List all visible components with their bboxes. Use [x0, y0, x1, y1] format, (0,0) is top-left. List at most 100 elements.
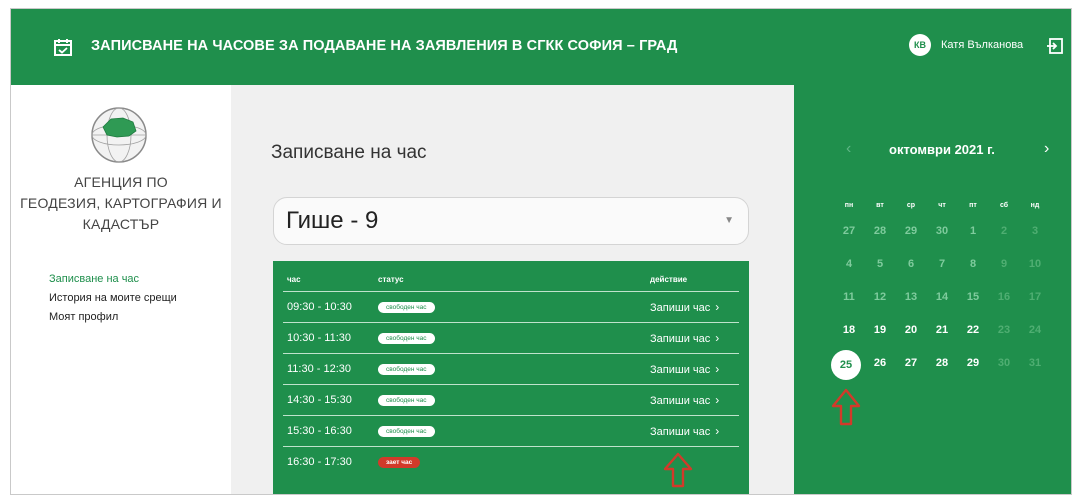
- calendar-header: ‹ октомври 2021 г. ›: [794, 140, 1071, 160]
- agency-logo: [91, 107, 147, 163]
- calendar-day[interactable]: 15: [961, 291, 985, 303]
- calendar-day[interactable]: 28: [930, 357, 954, 369]
- chevron-right-icon: ›: [715, 424, 720, 438]
- calendar-check-icon: [54, 39, 72, 56]
- calendar-day[interactable]: 6: [899, 258, 923, 270]
- calendar-day[interactable]: 16: [992, 291, 1016, 303]
- nav-item-meeting-history[interactable]: История на моите срещи: [49, 292, 177, 311]
- slot-time: 09:30 - 10:30: [287, 301, 352, 313]
- calendar-day[interactable]: 20: [899, 324, 923, 336]
- calendar-panel: ‹ октомври 2021 г. › пн вт ср чт пт сб н…: [794, 85, 1071, 494]
- book-slot-label: Запиши час: [650, 364, 711, 376]
- table-row: 11:30 - 12:30 свободен час Запиши час ›: [283, 353, 739, 385]
- calendar-day[interactable]: 3: [1023, 225, 1047, 237]
- calendar-day[interactable]: 19: [868, 324, 892, 336]
- calendar-day[interactable]: 7: [930, 258, 954, 270]
- sidebar: АГЕНЦИЯ ПО ГЕОДЕЗИЯ, КАРТОГРАФИЯ И КАДАС…: [11, 85, 231, 494]
- next-month-button[interactable]: ›: [1044, 140, 1049, 158]
- status-badge: свободен час: [378, 333, 435, 344]
- calendar-day[interactable]: 9: [992, 258, 1016, 270]
- slot-time: 10:30 - 11:30: [287, 332, 352, 344]
- book-slot-button[interactable]: Запиши час ›: [650, 300, 719, 314]
- calendar-day[interactable]: 17: [1023, 291, 1047, 303]
- book-slot-button[interactable]: Запиши час ›: [650, 424, 719, 438]
- chevron-right-icon: ›: [715, 362, 720, 376]
- slot-time: 15:30 - 16:30: [287, 425, 352, 437]
- slot-time: 14:30 - 15:30: [287, 394, 352, 406]
- agency-line: ГЕОДЕЗИЯ, КАРТОГРАФИЯ И: [20, 195, 222, 211]
- book-slot-button[interactable]: Запиши час ›: [650, 331, 719, 345]
- top-bar: ЗАПИСВАНЕ НА ЧАСОВЕ ЗА ПОДАВАНЕ НА ЗАЯВЛ…: [11, 9, 1071, 85]
- nav-item-my-profile[interactable]: Моят профил: [49, 311, 177, 330]
- table-header: час статус действие: [273, 261, 749, 291]
- book-slot-label: Запиши час: [650, 302, 711, 314]
- agency-name: АГЕНЦИЯ ПО ГЕОДЕЗИЯ, КАРТОГРАФИЯ И КАДАС…: [11, 172, 231, 235]
- calendar-day-selected[interactable]: 25: [831, 350, 861, 380]
- slot-time: 11:30 - 12:30: [287, 363, 352, 375]
- calendar-day[interactable]: 28: [868, 225, 892, 237]
- prev-month-button[interactable]: ‹: [846, 140, 851, 158]
- calendar-day[interactable]: 29: [899, 225, 923, 237]
- book-slot-label: Запиши час: [650, 333, 711, 345]
- logout-icon[interactable]: [1045, 36, 1065, 56]
- calendar-day[interactable]: 13: [899, 291, 923, 303]
- weekday-label: сб: [999, 202, 1009, 209]
- calendar-day[interactable]: 5: [868, 258, 892, 270]
- weekday-label: вт: [876, 202, 884, 209]
- calendar-day[interactable]: 8: [961, 258, 985, 270]
- book-slot-button[interactable]: Запиши час ›: [650, 362, 719, 376]
- calendar-day[interactable]: 11: [837, 291, 861, 303]
- calendar-day[interactable]: 4: [837, 258, 861, 270]
- book-slot-label: Запиши час: [650, 426, 711, 438]
- calendar-day[interactable]: 31: [1023, 357, 1047, 369]
- calendar-day[interactable]: 24: [1023, 324, 1047, 336]
- sidebar-nav: Записване на час История на моите срещи …: [49, 273, 177, 330]
- calendar-day[interactable]: 29: [961, 357, 985, 369]
- weekday-label: ср: [906, 202, 916, 209]
- status-badge: свободен час: [378, 302, 435, 313]
- main-content: Записване на час Гише - 9 ▼ час статус д…: [231, 85, 794, 494]
- counter-select-value: Гише - 9: [286, 207, 379, 234]
- nav-item-book-appointment[interactable]: Записване на час: [49, 273, 177, 292]
- header-time: час: [287, 275, 301, 284]
- calendar-day[interactable]: 12: [868, 291, 892, 303]
- app-window: ЗАПИСВАНЕ НА ЧАСОВЕ ЗА ПОДАВАНЕ НА ЗАЯВЛ…: [10, 8, 1072, 495]
- counter-select[interactable]: Гише - 9 ▼: [273, 197, 749, 245]
- month-label: октомври 2021 г.: [889, 142, 995, 157]
- calendar-day[interactable]: 21: [930, 324, 954, 336]
- table-row: 14:30 - 15:30 свободен час Запиши час ›: [283, 384, 739, 416]
- weekday-label: чт: [938, 202, 946, 209]
- header-action: действие: [650, 275, 688, 284]
- agency-line: КАДАСТЪР: [82, 216, 160, 232]
- calendar-day[interactable]: 1: [961, 225, 985, 237]
- status-badge: свободен час: [378, 364, 435, 375]
- chevron-right-icon: ›: [715, 300, 720, 314]
- weekday-label: пт: [969, 202, 977, 209]
- calendar-day[interactable]: 27: [899, 357, 923, 369]
- status-badge: зает час: [378, 457, 421, 468]
- calendar-day[interactable]: 23: [992, 324, 1016, 336]
- calendar-day[interactable]: 30: [992, 357, 1016, 369]
- calendar-day[interactable]: 10: [1023, 258, 1047, 270]
- calendar-day[interactable]: 14: [930, 291, 954, 303]
- chevron-right-icon: ›: [715, 393, 720, 407]
- avatar[interactable]: КВ: [909, 34, 931, 56]
- chevron-right-icon: ›: [715, 331, 720, 345]
- user-name[interactable]: Катя Вълканова: [941, 39, 1023, 51]
- header-status: статус: [378, 275, 404, 284]
- calendar-day[interactable]: 27: [837, 225, 861, 237]
- calendar-day[interactable]: 30: [930, 225, 954, 237]
- weekday-label: нд: [1030, 202, 1040, 209]
- book-slot-label: Запиши час: [650, 395, 711, 407]
- agency-line: АГЕНЦИЯ ПО: [74, 174, 168, 190]
- annotation-arrow-icon: [663, 452, 693, 488]
- calendar-day[interactable]: 26: [868, 357, 892, 369]
- table-row: 10:30 - 11:30 свободен час Запиши час ›: [283, 322, 739, 354]
- calendar-day[interactable]: 18: [837, 324, 861, 336]
- book-slot-button[interactable]: Запиши час ›: [650, 393, 719, 407]
- calendar-day[interactable]: 2: [992, 225, 1016, 237]
- slots-table: час статус действие 09:30 - 10:30 свобод…: [273, 261, 749, 494]
- calendar-day[interactable]: 22: [961, 324, 985, 336]
- page-title: Записване на час: [271, 142, 427, 163]
- table-row: 15:30 - 16:30 свободен час Запиши час ›: [283, 415, 739, 447]
